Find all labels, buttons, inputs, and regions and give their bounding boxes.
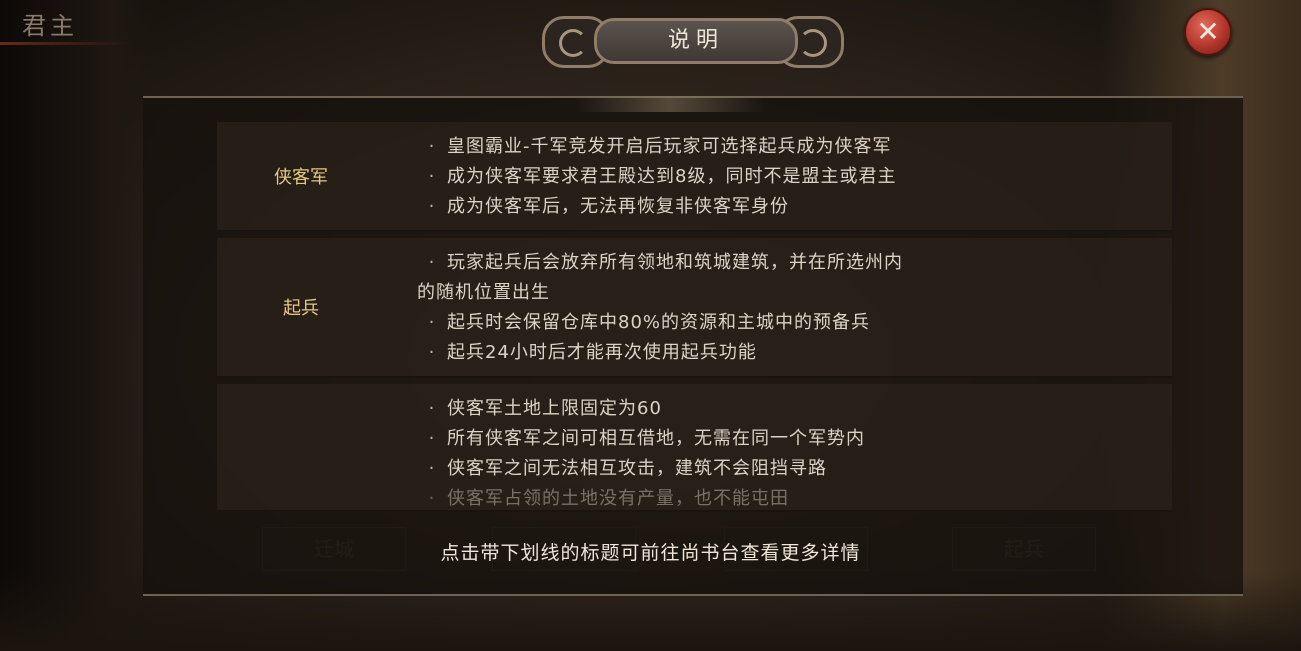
section-row: 侠客军 · 皇图霸业-千军竞发开启后玩家可选择起兵成为侠客军 · 成为侠客军要求君王… xyxy=(217,122,1172,232)
panel-top-ornament xyxy=(575,96,765,112)
close-icon: ✕ xyxy=(1196,15,1220,48)
dialog-title: 说明 xyxy=(594,18,798,64)
hint-text: 点击带下划线的标题可前往尚书台查看更多详情 xyxy=(440,542,861,564)
section-row: 起兵 · 玩家起兵后会放弃所有领地和筑城建筑，并在所选州内 的随机位置出生 · 起兵… xyxy=(217,238,1172,378)
section-row: · 侠客军土地上限固定为60 · 所有侠客军之间可相互借地，无需在同一个军势内 · 侠… xyxy=(217,384,1172,512)
list-item: · 侠客军占领的土地没有产量，也不能屯田 xyxy=(428,488,789,509)
list-item: · 起兵24小时后才能再次使用起兵功能 xyxy=(428,342,757,363)
list-item: · 成为侠客军后，无法再恢复非侠客军身份 xyxy=(428,196,789,217)
corner-divider xyxy=(0,42,130,45)
section-label-xiakejun[interactable]: 侠客军 xyxy=(217,122,385,230)
list-item: · 起兵时会保留仓库中80%的资源和主城中的预备兵 xyxy=(428,312,871,333)
dialog-title-frame: 说明 xyxy=(542,12,844,68)
list-item: · 玩家起兵后会放弃所有领地和筑城建筑，并在所选州内 xyxy=(428,252,903,273)
close-button[interactable]: ✕ xyxy=(1184,8,1232,56)
list-item: · 成为侠客军要求君王殿达到8级，同时不是盟主或君主 xyxy=(428,166,897,187)
section-label-empty xyxy=(217,384,385,510)
section-list: 侠客军 · 皇图霸业-千军竞发开启后玩家可选择起兵成为侠客军 · 成为侠客军要求君王… xyxy=(217,122,1172,518)
list-item: · 所有侠客军之间可相互借地，无需在同一个军势内 xyxy=(428,428,865,449)
list-item-continuation: 的随机位置出生 xyxy=(417,282,550,303)
corner-title: 君主 xyxy=(22,12,78,40)
list-item: · 侠客军土地上限固定为60 xyxy=(428,398,662,419)
list-item: · 侠客军之间无法相互攻击，建筑不会阻挡寻路 xyxy=(428,458,827,479)
section-label-qibing[interactable]: 起兵 xyxy=(217,238,385,376)
list-item: · 皇图霸业-千军竞发开启后玩家可选择起兵成为侠客军 xyxy=(428,136,892,157)
